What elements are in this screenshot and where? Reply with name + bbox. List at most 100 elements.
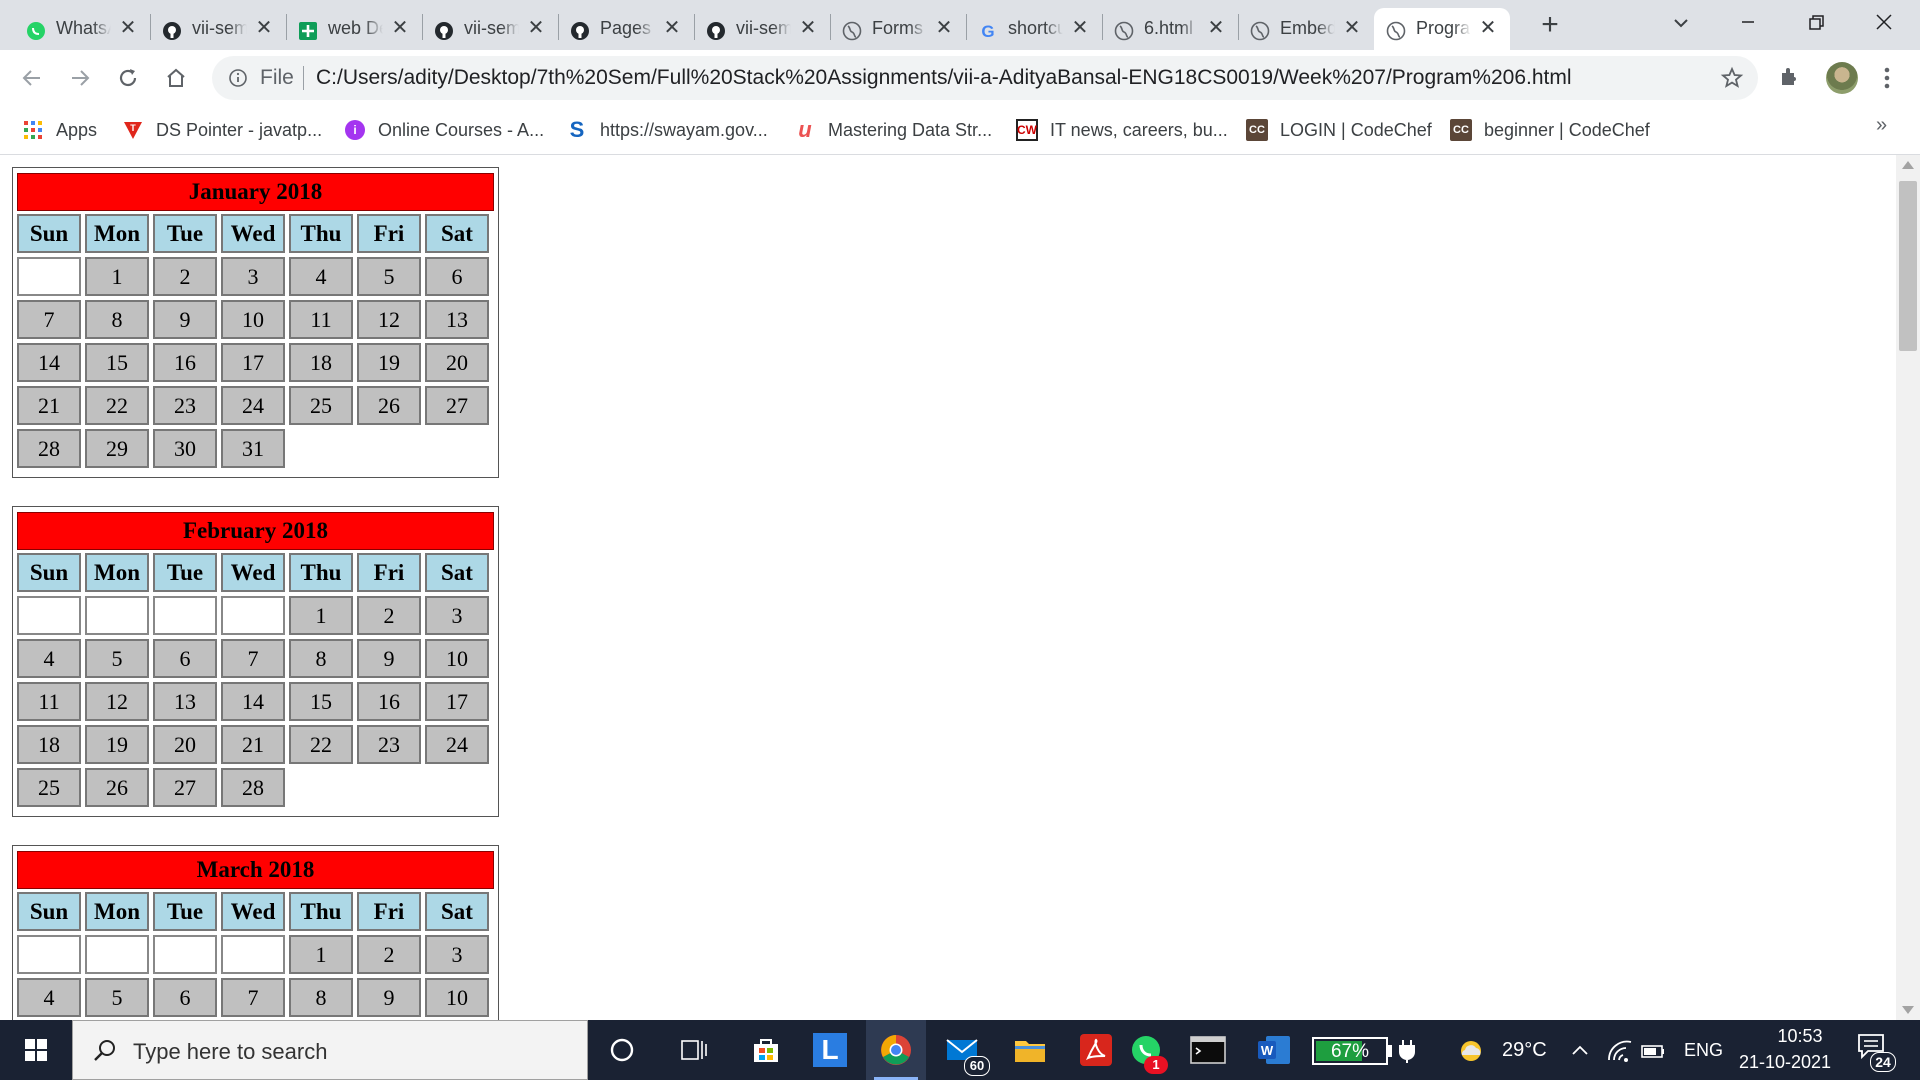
new-tab-button[interactable]: + — [1536, 10, 1564, 40]
address-bar[interactable]: File C:/Users/adity/Desktop/7th%20Sem/Fu… — [212, 56, 1758, 100]
bookmark-codechef-beginner[interactable]: CC beginner | CodeChef — [1450, 116, 1650, 144]
week-row: 25 26 27 28 — [17, 768, 494, 807]
week-row: 18 19 20 21 22 23 24 — [17, 725, 494, 764]
weather-temperature[interactable]: 29°C — [1502, 1039, 1547, 1062]
taskbar-l-app[interactable]: L — [800, 1020, 860, 1080]
weekday-header: Mon — [85, 214, 149, 253]
taskbar-store[interactable] — [736, 1020, 796, 1080]
tab-separator — [150, 14, 151, 40]
bookmark-javatpoint[interactable]: T DS Pointer - javatp... — [122, 116, 322, 144]
tab-close-icon[interactable]: ✕ — [1342, 18, 1362, 38]
browser-tab[interactable]: Embed ✕ — [1238, 8, 1374, 50]
taskbar-word[interactable]: W — [1244, 1020, 1304, 1080]
bookmark-apps[interactable]: Apps — [22, 116, 97, 144]
profile-avatar[interactable] — [1826, 62, 1858, 94]
chevron-up-icon[interactable] — [1570, 1042, 1590, 1058]
tab-close-icon[interactable]: ✕ — [390, 18, 410, 38]
clock-date[interactable]: 21-10-2021 — [1734, 1052, 1836, 1073]
browser-tab[interactable]: Program 6 ✕ — [1374, 8, 1510, 50]
bookmarks-overflow-button[interactable]: » — [1876, 114, 1887, 137]
taskbar-search-box[interactable]: Type here to search — [72, 1020, 588, 1080]
tab-close-icon[interactable]: ✕ — [1206, 18, 1226, 38]
language-indicator[interactable]: ENG — [1684, 1040, 1723, 1061]
week-row: 21 22 23 24 25 26 27 — [17, 386, 494, 425]
tab-close-icon[interactable]: ✕ — [254, 18, 274, 38]
minimize-button[interactable] — [1728, 6, 1768, 38]
tab-close-icon[interactable]: ✕ — [1478, 18, 1498, 38]
tab-close-icon[interactable]: ✕ — [526, 18, 546, 38]
day-cell: 4 — [289, 257, 353, 296]
restore-button[interactable] — [1796, 6, 1836, 38]
bookmark-swayam[interactable]: S https://swayam.gov... — [566, 116, 768, 144]
scroll-down-arrow-icon[interactable] — [1902, 1006, 1914, 1014]
browser-toolbar: File C:/Users/adity/Desktop/7th%20Sem/Fu… — [0, 50, 1920, 106]
home-button[interactable] — [162, 64, 190, 92]
weekday-header: Sat — [425, 553, 489, 592]
browser-tab[interactable]: vii-sem ✕ — [150, 8, 286, 50]
month-calendar: January 2018 Sun Mon Tue Wed Thu Fri Sat 1 2 3 4 5 6 7… — [12, 167, 499, 478]
tab-close-icon[interactable]: ✕ — [1070, 18, 1090, 38]
more-menu-icon[interactable] — [1874, 62, 1900, 94]
day-cell: 1 — [289, 596, 353, 635]
browser-tab[interactable]: 6.html ✕ — [1102, 8, 1238, 50]
day-cell: 2 — [153, 257, 217, 296]
scrollbar-thumb[interactable] — [1899, 181, 1917, 351]
taskbar-mail[interactable]: 60 — [932, 1020, 992, 1080]
scroll-up-arrow-icon[interactable] — [1902, 161, 1914, 169]
tab-close-icon[interactable]: ✕ — [662, 18, 682, 38]
udemy-u-icon: u — [798, 117, 812, 142]
bookmark-label: https://swayam.gov... — [600, 119, 768, 140]
tab-close-icon[interactable]: ✕ — [118, 18, 138, 38]
taskbar-file-explorer[interactable] — [1000, 1020, 1060, 1080]
browser-tab[interactable]: Gshortcut ✕ — [966, 8, 1102, 50]
day-cell: 3 — [425, 596, 489, 635]
clock-time[interactable]: 10:53 — [1762, 1026, 1838, 1047]
tab-separator — [694, 14, 695, 40]
taskbar-whatsapp[interactable]: 1 — [1116, 1020, 1176, 1080]
browser-tab[interactable]: web Developer ✕ — [286, 8, 422, 50]
browser-tab[interactable]: Forms ✕ — [830, 8, 966, 50]
restore-icon — [1809, 15, 1824, 30]
wifi-icon[interactable] — [1606, 1038, 1634, 1064]
bookmark-star-icon[interactable] — [1720, 66, 1744, 90]
extensions-puzzle-icon[interactable] — [1778, 64, 1802, 88]
battery-indicator[interactable]: 67% — [1312, 1037, 1388, 1065]
start-button[interactable] — [0, 1020, 72, 1080]
browser-tab[interactable]: vii-sem ✕ — [694, 8, 830, 50]
day-cell: 30 — [153, 429, 217, 468]
url-text[interactable]: C:/Users/adity/Desktop/7th%20Sem/Full%20… — [316, 66, 1572, 90]
weather-sun-icon[interactable] — [1456, 1036, 1486, 1066]
day-cell: 10 — [425, 978, 489, 1017]
browser-tab[interactable]: WhatsApp ✕ — [14, 8, 150, 50]
reload-button[interactable] — [114, 64, 142, 92]
battery-tray-icon[interactable] — [1640, 1040, 1666, 1062]
javatpoint-icon: T — [122, 119, 144, 141]
action-center-button[interactable]: 24 — [1856, 1032, 1896, 1072]
bookmark-label: beginner | CodeChef — [1484, 119, 1650, 140]
task-view-button[interactable] — [664, 1020, 724, 1080]
bookmark-online-courses[interactable]: i Online Courses - A... — [344, 116, 544, 144]
search-icon — [94, 1040, 115, 1061]
tab-search-button[interactable] — [1668, 10, 1694, 36]
weekday-header-row: Sun Mon Tue Wed Thu Fri Sat — [17, 214, 494, 253]
tab-close-icon[interactable]: ✕ — [798, 18, 818, 38]
bookmark-mastering-data[interactable]: u Mastering Data Str... — [794, 116, 992, 144]
taskbar-terminal[interactable] — [1178, 1020, 1238, 1080]
close-window-button[interactable] — [1864, 6, 1904, 38]
forward-button[interactable] — [66, 64, 94, 92]
browser-tab[interactable]: vii-sem ✕ — [422, 8, 558, 50]
taskbar-chrome[interactable] — [866, 1020, 926, 1080]
day-cell: 25 — [17, 768, 81, 807]
cortana-button[interactable] — [592, 1020, 652, 1080]
trailing-blank — [425, 768, 489, 807]
browser-tab[interactable]: Pages ✕ — [558, 8, 694, 50]
bookmark-it-news[interactable]: CW IT news, careers, bu... — [1016, 116, 1228, 144]
back-button[interactable] — [18, 64, 46, 92]
empty-day-cell — [17, 596, 81, 635]
tab-close-icon[interactable]: ✕ — [934, 18, 954, 38]
month-title: January 2018 — [17, 173, 494, 211]
bookmark-codechef-login[interactable]: CC LOGIN | CodeChef — [1246, 116, 1432, 144]
vertical-scrollbar[interactable] — [1896, 155, 1920, 1020]
info-icon[interactable] — [228, 68, 248, 88]
svg-text:i: i — [353, 123, 356, 137]
